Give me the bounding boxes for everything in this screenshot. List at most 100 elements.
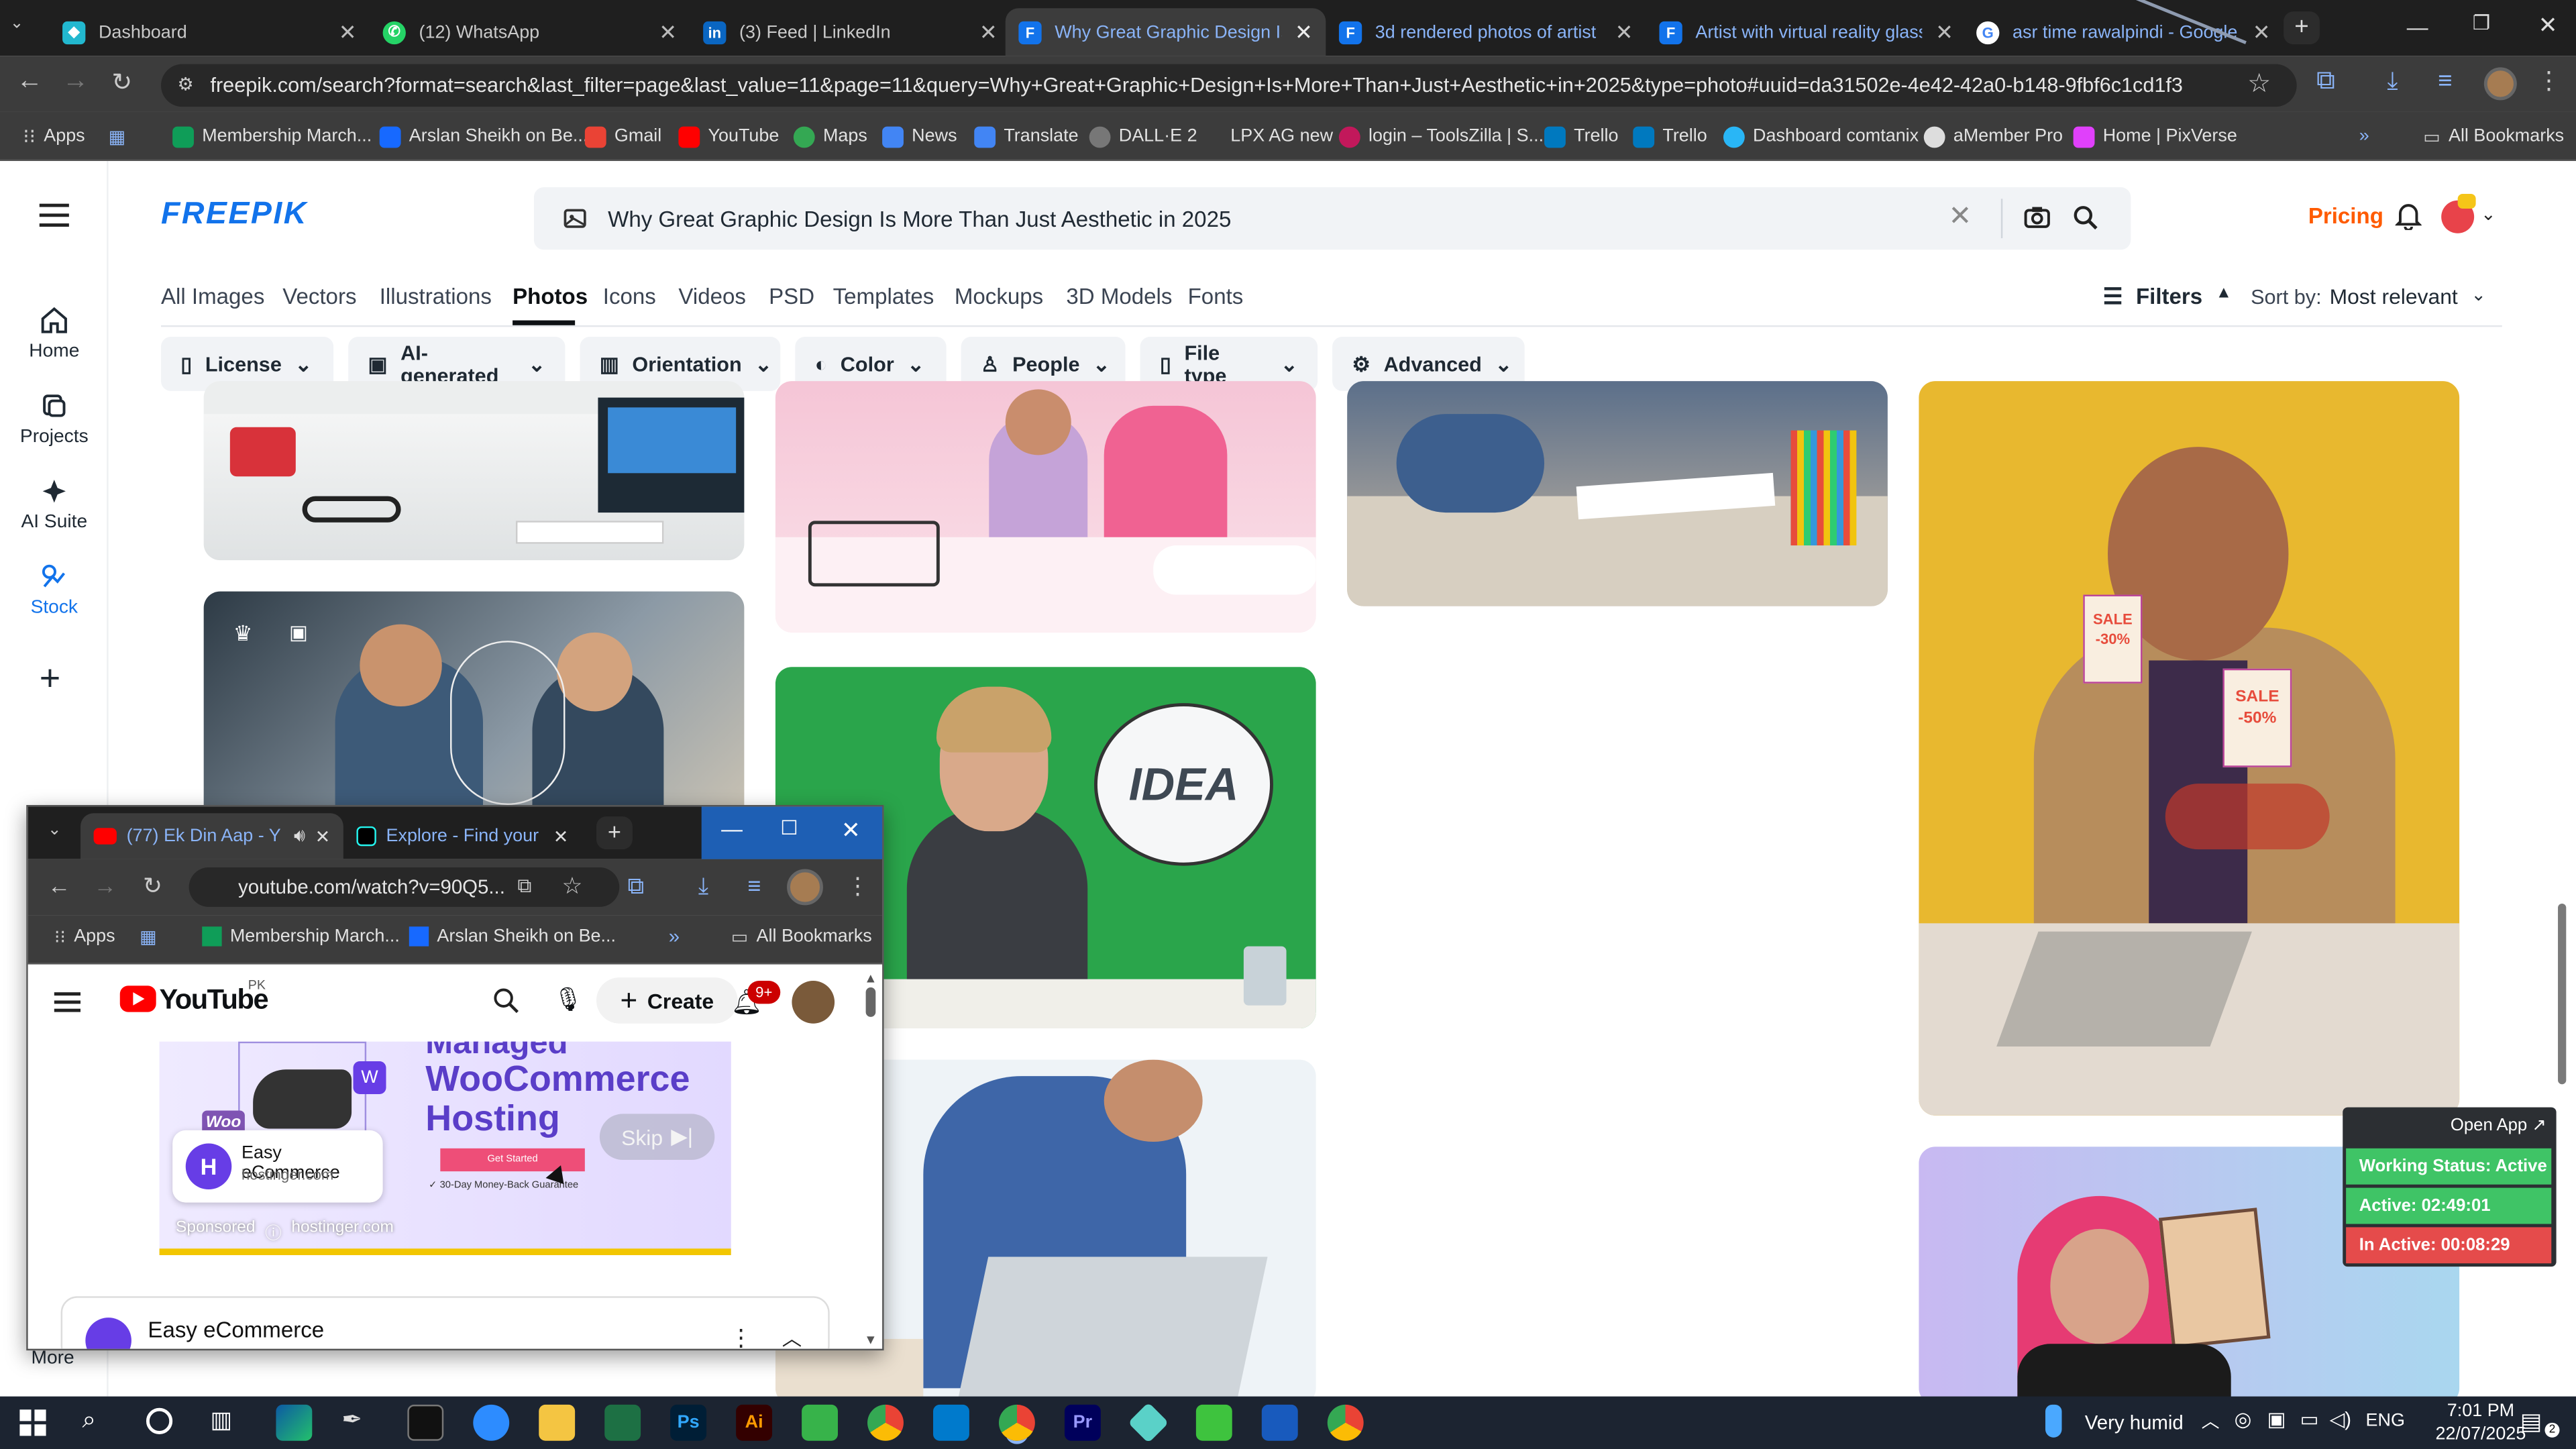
minimize-button[interactable]: — <box>2407 15 2428 40</box>
microphone-icon[interactable]: 🎙︎ <box>553 985 583 1014</box>
notifications-icon[interactable]: ▤ <box>2520 1408 2542 1436</box>
edge-icon[interactable] <box>276 1404 313 1441</box>
camera-search-icon[interactable] <box>2024 205 2050 228</box>
bookmark-maps[interactable]: Maps <box>793 123 867 150</box>
close-icon[interactable]: ✕ <box>1615 19 1633 45</box>
close-icon[interactable]: ✕ <box>1935 19 1953 45</box>
bookmark-dalle[interactable]: DALL·E 2 <box>1089 123 1197 150</box>
bookmark-trello-1[interactable]: Trello <box>1544 123 1619 150</box>
minimize-button[interactable]: — <box>721 816 743 841</box>
bookmarks-overflow-icon[interactable]: » <box>669 925 680 948</box>
premiere-icon[interactable]: Pr <box>1064 1404 1101 1441</box>
pen-tool-icon[interactable]: ✒ <box>341 1405 378 1441</box>
category-mockups[interactable]: Mockups <box>955 284 1043 309</box>
bookmark-star-icon[interactable]: ☆ <box>562 872 583 900</box>
menu-icon[interactable]: ⋮ <box>2536 66 2561 95</box>
tab-groups-icon[interactable]: ▦ <box>109 123 125 150</box>
bookmark-news[interactable]: News <box>882 123 957 150</box>
yt-tab-youtube[interactable]: (77) Ek Din Aap - Y 🔊︎ ✕ <box>80 813 343 859</box>
download-icon[interactable]: ⤓ <box>698 872 708 900</box>
bookmark-lpx[interactable]: LPX AG new <box>1201 123 1333 150</box>
create-button[interactable]: + Create <box>596 977 738 1024</box>
excel-icon[interactable] <box>604 1404 641 1441</box>
bookmark-toolszilla[interactable]: login – ToolsZilla | S... <box>1338 123 1544 150</box>
green-app-icon[interactable] <box>1195 1404 1232 1441</box>
bookmark-gmail[interactable]: Gmail <box>584 123 661 150</box>
category-icons[interactable]: Icons <box>603 284 656 309</box>
bell-icon[interactable] <box>2395 202 2422 230</box>
chrome-profile-icon[interactable] <box>1327 1404 1364 1441</box>
pricing-link[interactable]: Pricing <box>2308 204 2383 229</box>
bookmark-comtanix[interactable]: Dashboard comtanix <box>1723 123 1919 150</box>
close-icon[interactable]: ✕ <box>553 826 569 847</box>
sidebar-item-stock[interactable]: Stock <box>0 562 109 618</box>
hamburger-menu-icon[interactable] <box>39 203 69 227</box>
bookmark-membership[interactable]: Membership March... <box>172 123 372 150</box>
tab-freepik-3d[interactable]: F 3d rendered photos of artist m ✕ <box>1326 8 1646 56</box>
volume-icon[interactable]: ◁) <box>2330 1408 2351 1431</box>
clear-search-icon[interactable]: ✕ <box>1948 201 1972 233</box>
video-ad-player[interactable]: Managed WooCommerce Hosting W Woo Get St… <box>159 1041 731 1256</box>
tab-search-icon[interactable]: ⌄ <box>10 15 24 33</box>
bookmark-all[interactable]: ▭ All Bookmarks <box>731 926 872 948</box>
chrome-icon[interactable] <box>867 1404 904 1441</box>
media-icon[interactable]: ≡ <box>747 872 761 898</box>
reload-icon[interactable]: ↻ <box>143 872 162 900</box>
back-icon[interactable]: ← <box>16 67 42 97</box>
profile-avatar[interactable] <box>2483 67 2517 101</box>
download-icon[interactable]: ⤓ <box>2387 67 2398 95</box>
chrome-active-icon[interactable] <box>998 1404 1035 1441</box>
media-icon[interactable]: ≡ <box>2438 67 2452 95</box>
tab-freepik-vr[interactable]: F Artist with virtual reality glasse ✕ <box>1646 8 1967 56</box>
terminal-icon[interactable] <box>407 1404 444 1441</box>
category-all-images[interactable]: All Images <box>161 284 264 309</box>
zoom-icon[interactable] <box>473 1404 510 1441</box>
open-app-link[interactable]: Open App ↗ <box>2366 1116 2546 1135</box>
new-tab-button[interactable]: + <box>2284 11 2320 45</box>
word-icon[interactable] <box>1261 1404 1298 1441</box>
sort-dropdown[interactable]: Most relevant ⌄ <box>2330 284 2486 309</box>
freepik-logo[interactable]: FREEPIK <box>161 197 308 233</box>
language-indicator[interactable]: ENG <box>2366 1411 2405 1431</box>
task-view-icon[interactable]: ▥ <box>210 1406 231 1434</box>
user-avatar[interactable] <box>2441 193 2476 233</box>
page-scrollbar[interactable] <box>2558 903 2567 1085</box>
chevron-up-icon[interactable]: ︿ <box>782 1324 802 1349</box>
windows-start-icon[interactable] <box>19 1409 46 1436</box>
close-icon[interactable]: ✕ <box>2253 19 2271 45</box>
photoshop-icon[interactable]: Ps <box>670 1404 707 1441</box>
photo-desk-workspace[interactable] <box>203 381 745 561</box>
bookmark-apps[interactable]: ⁝⁝ Apps <box>23 123 85 150</box>
yt-menu-icon[interactable] <box>54 992 81 1012</box>
illustrator-icon[interactable]: Ai <box>736 1404 773 1441</box>
extensions-icon[interactable]: ⧉ <box>628 872 644 900</box>
bookmark-pixverse[interactable]: Home | PixVerse <box>2073 123 2237 150</box>
close-icon[interactable]: ✕ <box>315 826 331 847</box>
scroll-down-icon[interactable]: ▼ <box>864 1332 877 1347</box>
bookmark-all[interactable]: ▭ All Bookmarks <box>2423 123 2564 150</box>
category-templates[interactable]: Templates <box>833 284 934 309</box>
scroll-up-icon[interactable]: ▲ <box>864 971 877 985</box>
bookmark-behance[interactable]: Arslan Sheikh on Be... <box>379 123 588 150</box>
vscode-icon[interactable] <box>933 1404 969 1441</box>
close-icon[interactable]: ✕ <box>339 19 357 45</box>
extensions-icon[interactable]: ⧉ <box>2316 67 2335 97</box>
filters-toggle[interactable]: ☰ Filters ▲ <box>2103 284 2232 311</box>
category-vectors[interactable]: Vectors <box>282 284 356 309</box>
category-illustrations[interactable]: Illustrations <box>380 284 492 309</box>
channel-card[interactable]: Easy eCommerce ⋮ ︿ <box>60 1296 830 1349</box>
tray-chevron-icon[interactable]: ︿ <box>2202 1408 2220 1434</box>
new-tab-button[interactable]: + <box>596 816 633 850</box>
close-icon[interactable]: ✕ <box>979 19 998 45</box>
search-icon[interactable] <box>493 987 519 1014</box>
file-explorer-icon[interactable] <box>539 1404 576 1441</box>
category-photos[interactable]: Photos <box>513 284 588 309</box>
network-icon[interactable]: ▭ <box>2300 1408 2319 1431</box>
tab-google[interactable]: Gasr time rawalpindi - Google Se✕ <box>1964 8 2284 56</box>
sidebar-item-home[interactable]: Home <box>0 306 109 362</box>
category-psd[interactable]: PSD <box>769 284 814 309</box>
tab-search-icon[interactable]: ⌄ <box>48 821 62 839</box>
tray-app-icon[interactable]: ◎ <box>2235 1408 2252 1431</box>
tab-whatsapp[interactable]: ✆ (12) WhatsApp ✕ <box>370 8 690 56</box>
yt-address-bar[interactable]: youtube.com/watch?v=90Q5... <box>189 867 620 907</box>
